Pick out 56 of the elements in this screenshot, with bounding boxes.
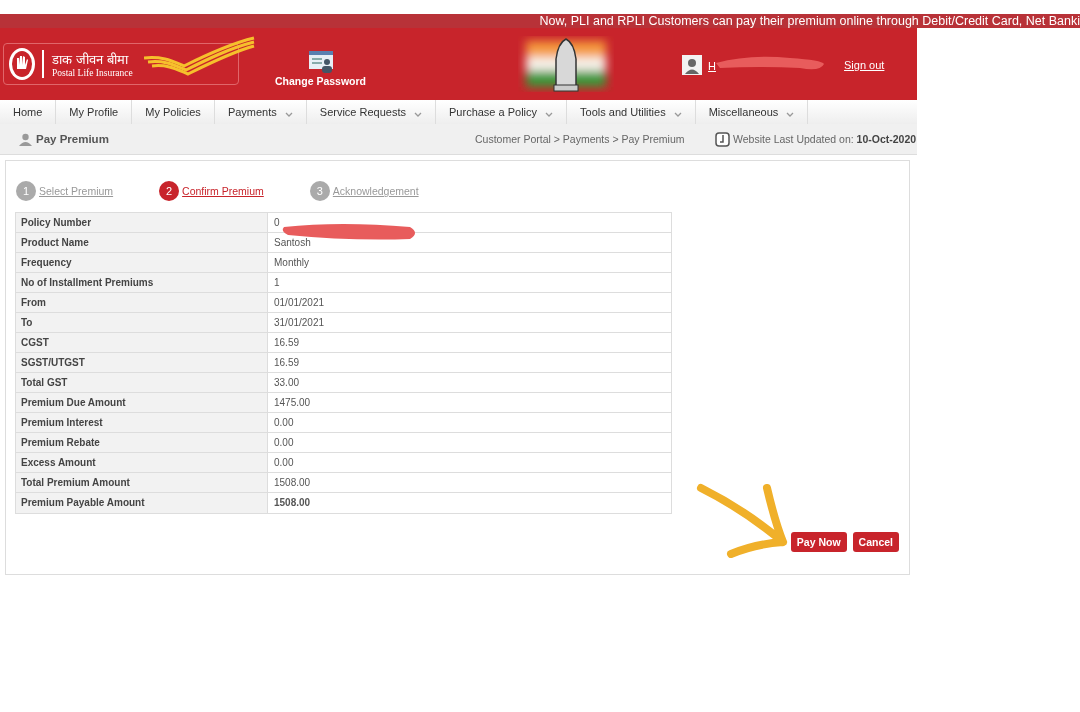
user-icon bbox=[19, 132, 32, 146]
table-cell-text: Santosh bbox=[273, 236, 312, 250]
caret-icon bbox=[284, 112, 293, 118]
caret-icon bbox=[414, 112, 422, 118]
table-cell: Total Premium Amount bbox=[16, 473, 268, 492]
table-cell: 0 bbox=[268, 213, 671, 232]
table-cell-text: 1508.00 bbox=[273, 496, 312, 510]
table-cell-text: Monthly bbox=[273, 256, 310, 270]
table-cell: CGST bbox=[16, 333, 268, 352]
table-cell: Premium Payable Amount bbox=[16, 493, 268, 513]
hand-logo-icon bbox=[8, 47, 36, 81]
table-cell-text: 33.00 bbox=[273, 376, 301, 390]
table-cell: From bbox=[16, 293, 268, 312]
step-number: 1 bbox=[16, 181, 36, 201]
logo-english-text: Postal Life Insurance bbox=[52, 68, 133, 78]
table-cell: Premium Due Amount bbox=[16, 393, 268, 412]
cancel-button[interactable]: Cancel bbox=[852, 532, 899, 552]
table-cell-text: 16.59 bbox=[273, 336, 301, 350]
table-cell: To bbox=[16, 313, 268, 332]
table-cell: Premium Rebate bbox=[16, 433, 268, 452]
caret-icon bbox=[545, 112, 554, 118]
step-number: 3 bbox=[309, 181, 330, 201]
table-cell: Frequency bbox=[16, 253, 268, 272]
last-updated-text: Website Last Updated on: 10-Oct-2020 bbox=[733, 133, 917, 145]
logo-hindi-text: डाक जीवन बीमा bbox=[52, 51, 130, 68]
wizard-step[interactable]: 2 Confirm Premium bbox=[159, 181, 264, 201]
table-cell: SGST/UTGST bbox=[16, 353, 268, 372]
table-cell-text: 1 bbox=[273, 276, 281, 290]
change-password-link[interactable]: Change Password bbox=[275, 51, 367, 87]
caret-icon bbox=[673, 112, 682, 118]
table-cell: Excess Amount bbox=[16, 453, 268, 472]
table-cell-text: 31/01/2021 bbox=[273, 316, 326, 330]
table-cell-text: 0.00 bbox=[273, 436, 295, 450]
table-cell-text: 0.00 bbox=[273, 456, 295, 470]
table-cell-text: 01/01/2021 bbox=[273, 296, 326, 310]
table-cell: Product Name bbox=[16, 233, 268, 252]
id-card-icon bbox=[308, 51, 333, 73]
caret-icon bbox=[786, 112, 795, 118]
page-title: Pay Premium bbox=[36, 133, 109, 145]
table-cell-text: 0.00 bbox=[273, 416, 295, 430]
table-cell-text: 1508.00 bbox=[273, 476, 312, 490]
announcement-text: Now, PLI and RPLI Customers can pay their premium online through Debit/Credit Card, Net Banki bbox=[539, 14, 1080, 28]
table-cell-text: 1475.00 bbox=[273, 396, 312, 410]
calendar-icon bbox=[715, 131, 730, 147]
table-cell: Total GST bbox=[16, 373, 268, 392]
breadcrumb: Customer Portal > Payments > Pay Premium bbox=[475, 133, 686, 145]
table-cell: Policy Number bbox=[16, 213, 268, 232]
swoosh-icon bbox=[144, 36, 256, 76]
step-number: 2 bbox=[159, 181, 180, 201]
table-cell: No of Installment Premiums bbox=[16, 273, 268, 292]
table-cell: Premium Interest bbox=[16, 413, 268, 432]
pay-now-button[interactable]: Pay Now bbox=[790, 532, 847, 552]
user-avatar-icon bbox=[682, 55, 703, 75]
table-cell-text: 16.59 bbox=[273, 356, 301, 370]
sign-out-link[interactable]: Sign out bbox=[844, 59, 885, 71]
username-link[interactable]: H bbox=[708, 60, 716, 72]
